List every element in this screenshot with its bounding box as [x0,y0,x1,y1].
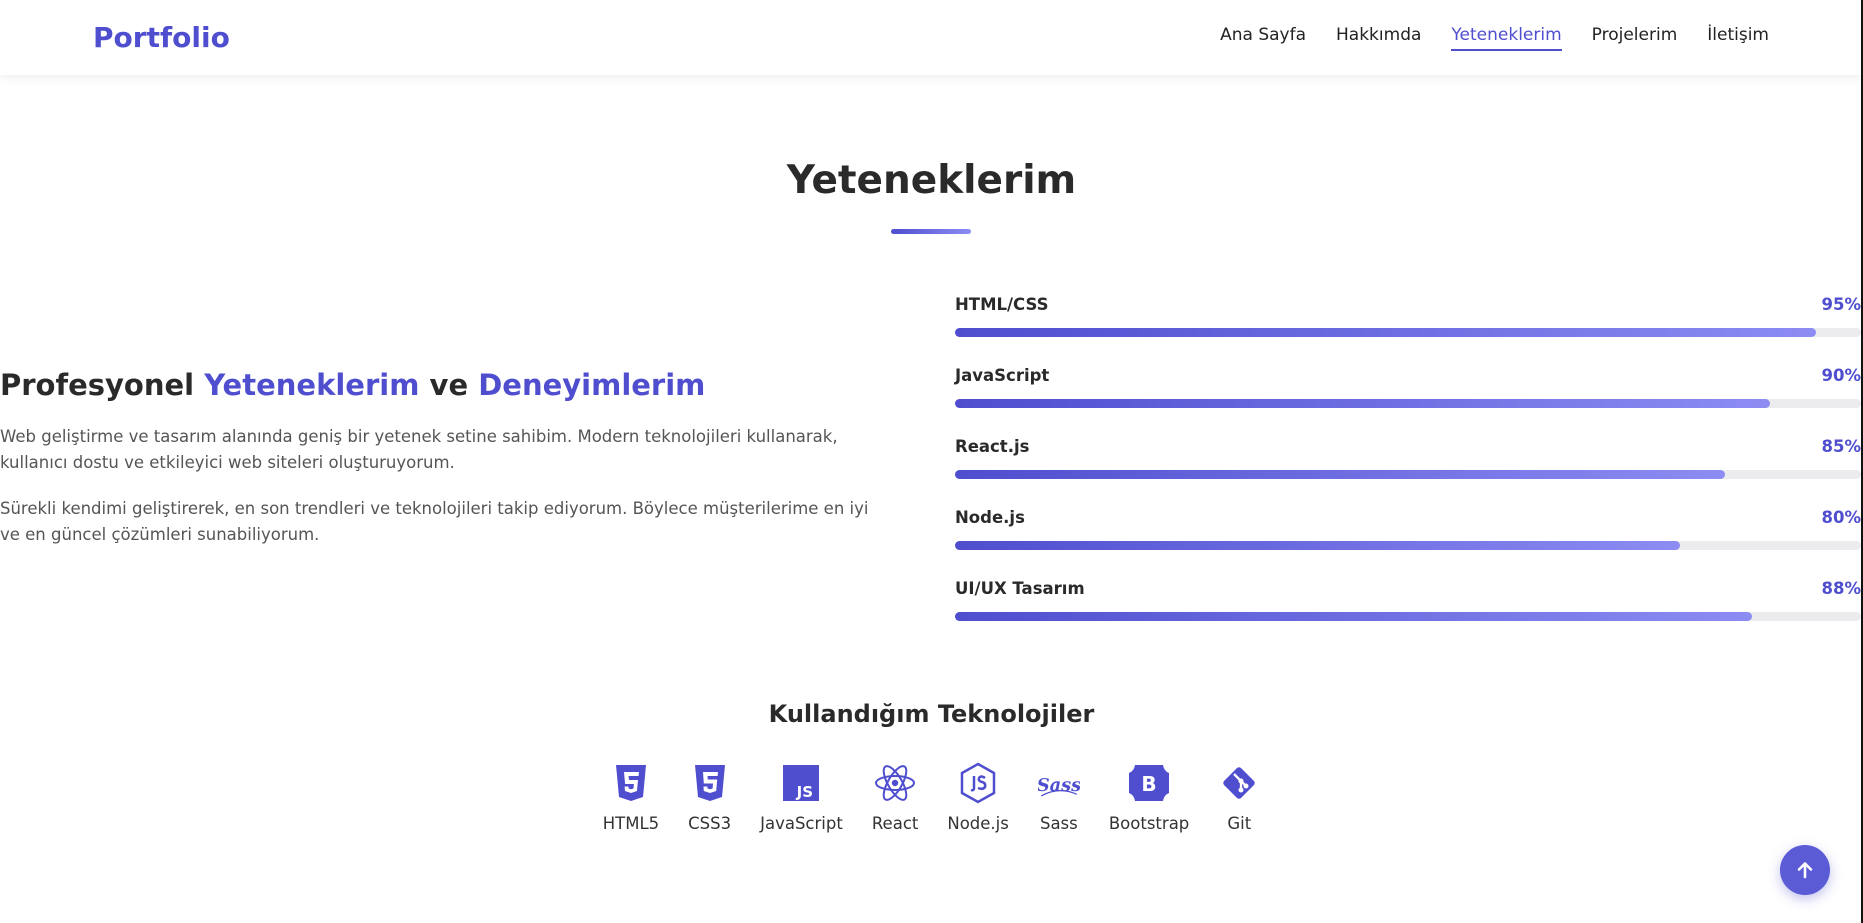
javascript-icon-glyph: JS [796,783,813,801]
tech-item: HTML5 [603,762,659,833]
skill-percent: 88% [1821,579,1862,598]
skill-progress-fill [955,328,1816,337]
tech-item: CSS3 [688,762,731,833]
tech-item: JS JavaScript [760,762,843,833]
tech-item: Sass Sass [1038,762,1080,833]
skill-item: Node.js 80% [955,508,1861,579]
skill-progress-track [955,612,1861,621]
tech-item: React [871,762,919,833]
skills-list: HTML/CSS 95% JavaScript 90% React.js 85% No… [955,295,1861,650]
technologies-title: Kullandığım Teknolojiler [768,700,1095,728]
skill-progress-fill [955,470,1726,479]
skill-progress-track [955,470,1861,479]
skill-name: UI/UX Tasarım [955,579,1085,598]
intro-heading-part: ve [419,368,479,402]
intro-heading: Profesyonel Yeteneklerim ve Deneyimlerim [0,368,880,402]
tech-label: Sass [1039,814,1078,833]
technologies-list: HTML5 CSS3 JS JavaScript React Node.js S… [0,762,1863,833]
intro-block: Profesyonel Yeteneklerim ve Deneyimlerim… [0,368,880,568]
skill-progress-fill [955,399,1771,408]
intro-heading-accent: Yeteneklerim [204,368,420,402]
skill-progress-fill [955,541,1680,550]
tech-item: B Bootstrap [1109,762,1189,833]
skill-name: HTML/CSS [955,295,1049,314]
tech-item: Node.js [947,762,1009,833]
intro-heading-part: Profesyonel [0,368,205,402]
skill-percent: 85% [1821,437,1862,456]
react-icon [874,762,916,804]
title-underline [891,229,971,234]
tech-label: Git [1227,814,1252,833]
tech-label: Node.js [947,814,1009,833]
tech-label: CSS3 [688,814,732,833]
html5-icon [610,762,652,804]
skill-name: Node.js [955,508,1025,527]
section-title: Yeteneklerim [786,158,1077,203]
nav-link-about[interactable]: Hakkımda [1336,25,1421,51]
tech-item: Git [1218,762,1260,833]
skill-progress-track [955,328,1861,337]
intro-paragraph: Sürekli kendimi geliştirerek, en son tre… [0,499,869,544]
tech-label: JavaScript [760,814,843,833]
skill-item: JavaScript 90% [955,366,1861,437]
skill-percent: 90% [1821,366,1862,385]
nav-link-projects[interactable]: Projelerim [1592,25,1678,51]
skill-progress-fill [955,612,1753,621]
intro-paragraph: Web geliştirme ve tasarım alanında geniş… [0,427,838,472]
bootstrap-icon: B [1128,762,1170,804]
skill-percent: 80% [1821,508,1862,527]
skill-progress-track [955,541,1861,550]
git-icon [1218,762,1260,804]
nav-link-contact[interactable]: İletişim [1707,25,1769,51]
skill-item: UI/UX Tasarım 88% [955,579,1861,650]
javascript-icon: JS [780,762,822,804]
css3-icon [689,762,731,804]
skill-item: HTML/CSS 95% [955,295,1861,366]
intro-heading-accent: Deneyimlerim [478,368,706,402]
nav-link-skills[interactable]: Yeteneklerim [1451,25,1562,51]
sass-icon: Sass [1038,762,1080,804]
tech-label: Bootstrap [1108,814,1190,833]
skill-progress-track [955,399,1861,408]
navbar: Portfolio Ana Sayfa Hakkımda Yetenekleri… [0,0,1863,75]
tech-label: React [871,814,919,833]
brand-logo[interactable]: Portfolio [93,21,230,54]
skill-item: React.js 85% [955,437,1861,508]
bootstrap-icon-glyph: B [1141,772,1156,796]
skill-name: React.js [955,437,1030,456]
nodejs-icon [957,762,999,804]
back-to-top-button[interactable] [1780,845,1830,895]
skill-name: JavaScript [955,366,1050,385]
nav-links: Ana Sayfa Hakkımda Yeteneklerim Projeler… [1220,25,1769,51]
tech-label: HTML5 [602,814,660,833]
nav-link-home[interactable]: Ana Sayfa [1220,25,1306,51]
skill-percent: 95% [1821,295,1862,314]
arrow-up-icon [1795,860,1815,880]
